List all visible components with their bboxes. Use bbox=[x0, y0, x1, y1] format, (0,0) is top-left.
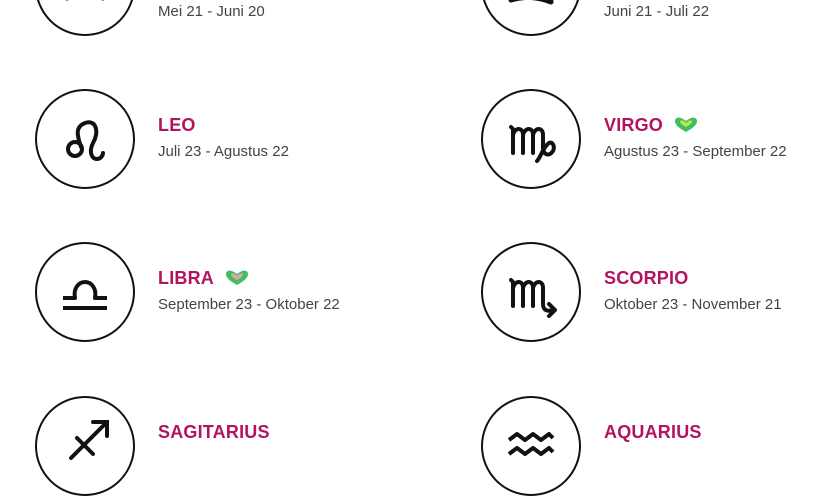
sign-dates: Juni 21 - Juli 22 bbox=[604, 3, 710, 20]
libra-icon bbox=[35, 242, 135, 342]
green-pink-heart-icon bbox=[224, 269, 250, 287]
sign-dates: Oktober 23 - November 21 bbox=[604, 296, 782, 313]
zodiac-item-libra[interactable]: LIBRA September 23 - Oktober 22 bbox=[35, 242, 435, 342]
sign-name: VIRGO bbox=[604, 114, 664, 135]
zodiac-item-aquarius[interactable]: AQUARIUS bbox=[481, 396, 835, 496]
zodiac-grid: Mei 21 - Juni 20 Juni 21 - Juli 22 LEO J… bbox=[0, 0, 835, 496]
sign-name: SAGITARIUS bbox=[158, 421, 270, 442]
zodiac-item-gemini[interactable]: Mei 21 - Juni 20 bbox=[35, 0, 435, 36]
sign-name: SCORPIO bbox=[604, 267, 689, 288]
sign-name: LIBRA bbox=[158, 267, 214, 288]
virgo-icon bbox=[481, 89, 581, 189]
sign-name: LEO bbox=[158, 114, 196, 135]
green-heart-icon bbox=[673, 116, 699, 134]
sagittarius-icon bbox=[35, 396, 135, 496]
zodiac-item-cancer[interactable]: Juni 21 - Juli 22 bbox=[481, 0, 835, 36]
cancer-icon bbox=[481, 0, 581, 36]
aquarius-icon bbox=[481, 396, 581, 496]
sign-dates: September 23 - Oktober 22 bbox=[158, 296, 340, 313]
zodiac-item-sagitarius[interactable]: SAGITARIUS bbox=[35, 396, 435, 496]
scorpio-icon bbox=[481, 242, 581, 342]
zodiac-item-leo[interactable]: LEO Juli 23 - Agustus 22 bbox=[35, 89, 435, 189]
sign-name: AQUARIUS bbox=[604, 421, 702, 442]
gemini-icon bbox=[35, 0, 135, 36]
zodiac-item-virgo[interactable]: VIRGO Agustus 23 - September 22 bbox=[481, 89, 835, 189]
leo-icon bbox=[35, 89, 135, 189]
sign-dates: Mei 21 - Juni 20 bbox=[158, 3, 265, 20]
sign-dates: Agustus 23 - September 22 bbox=[604, 143, 787, 160]
sign-dates: Juli 23 - Agustus 22 bbox=[158, 143, 289, 160]
zodiac-item-scorpio[interactable]: SCORPIO Oktober 23 - November 21 bbox=[481, 242, 835, 342]
